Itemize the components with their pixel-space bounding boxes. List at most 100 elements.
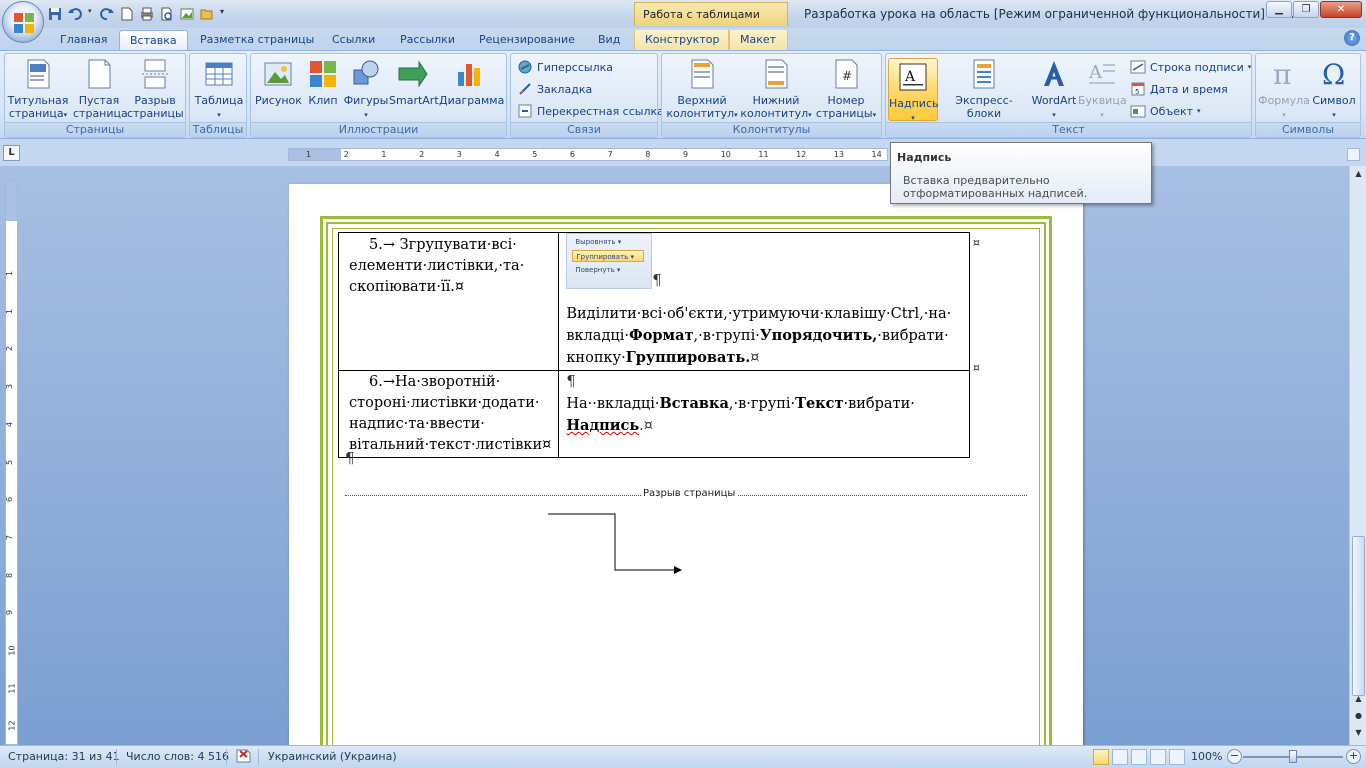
table-cell-step[interactable]: 6.→На·зворотній· стороні·листівки·додати… [337,370,560,458]
clip-button[interactable]: Клип [305,58,341,107]
language-indicator[interactable]: Украинский (Украина) [268,750,397,763]
screenshot-item: Повернуть ▾ [575,266,621,274]
page-break-button[interactable]: Разрыв страницы [127,58,184,120]
tab-page-layout[interactable]: Разметка страницы [190,30,324,50]
header-button[interactable]: Верхний колонтитул▾ [666,58,738,122]
view-ruler-toggle[interactable] [1347,148,1360,161]
date-time-button[interactable]: 5 Дата и время [1130,80,1228,98]
textbox-button[interactable]: A Надпись ▾ [888,58,939,122]
bookmark-button[interactable]: Закладка [517,80,592,98]
tab-selector-button[interactable]: L [3,145,20,161]
group-illustrations: Рисунок Клип Фигуры ▾ SmartArt Диаграмма … [250,53,507,138]
group-text: A Надпись▾ Экспресс-блоки▾ WordArt▾ A Бу… [885,53,1252,138]
instruction-bold: Упорядочить, [759,327,878,344]
status-separator [226,749,227,765]
ruler-tick-label: 1 [5,308,15,314]
tab-view[interactable]: Вид [588,30,630,50]
undo-icon[interactable] [68,7,82,21]
ruler-tick-label: 10 [7,645,17,656]
zoom-in-icon[interactable]: + [1346,749,1361,764]
shapes-button[interactable]: Фигуры ▾ [343,58,389,122]
ruler-tick-label: 3 [456,150,462,159]
ruler-tick-label: 1 [306,150,312,159]
bookmark-label: Закладка [537,82,593,96]
close-button[interactable]: ✕ [1320,1,1362,18]
minimize-button[interactable]: ▁ [1266,1,1292,18]
proofing-icon[interactable] [235,748,253,767]
table-cell-instruction[interactable]: ¶ На··вкладці·Вставка,·в·групі·Текст·виб… [558,370,970,458]
tab-design[interactable]: Конструктор [634,30,729,50]
title-page-button[interactable]: Титульная страница▾ [7,58,69,122]
footer-button[interactable]: Нижний колонтитул▾ [740,58,812,122]
scroll-up-icon[interactable]: ▲ [1353,694,1364,705]
table-cell-instruction[interactable]: Выровнять ▾ Группировать ▾ Повернуть ▾ ¶… [558,232,970,371]
wordart-button[interactable]: WordArt ▾ [1030,58,1078,122]
restore-button[interactable]: ❐ [1293,1,1319,18]
svg-text:#: # [842,69,852,83]
redo-icon[interactable] [100,7,114,21]
undo-dropdown-icon[interactable]: ▾ [88,7,94,21]
browse-object-icon[interactable]: ● [1353,711,1364,722]
instructions-table[interactable]: 5.→ Згрупувати·всі· елементи·листівки,·т… [337,232,970,458]
save-icon[interactable] [48,7,62,21]
table-button[interactable]: Таблица ▾ [194,58,244,122]
group-tables-label: Таблицы [190,122,246,137]
date-time-icon: 5 [1131,82,1145,96]
cross-reference-button[interactable]: Перекрестная ссылка [517,102,664,120]
draft-view-icon[interactable] [1169,749,1185,765]
zoom-out-icon[interactable]: − [1227,749,1242,764]
vertical-ruler[interactable]: 112345678910111213 [5,180,18,745]
tab-insert[interactable]: Вставка [119,30,188,50]
symbol-label: Символ [1312,94,1356,107]
tab-layout[interactable]: Макет [729,30,788,50]
horizontal-ruler[interactable]: 1212345678910111213141516 [288,148,957,161]
new-document-icon[interactable] [120,7,134,21]
tooltip-title: Надпись [897,151,952,164]
ruler-tick-label: 2 [5,346,15,352]
scroll-up-icon[interactable]: ▲ [1353,169,1364,180]
tab-review[interactable]: Рецензирование [469,30,585,50]
omega-icon: Ω [1322,58,1345,90]
blank-page-button[interactable]: Пустая страница [73,58,128,120]
picture-button[interactable]: Рисунок [255,58,302,107]
tab-references[interactable]: Ссылки [322,30,385,50]
object-button[interactable]: Объект ▾ [1130,102,1201,120]
signature-line-button[interactable]: Строка подписи ▾ [1130,58,1251,76]
instruction-text: ,·в·групі· [693,328,760,344]
elbow-arrow-connector[interactable] [544,512,684,582]
group-illustrations-label: Иллюстрации [251,122,506,137]
page-number-button[interactable]: # Номер страницы▾ [814,58,878,122]
page-count[interactable]: Страница: 31 из 41 [8,750,120,763]
hyperlink-button[interactable]: Гиперссылка [517,58,613,76]
open-icon[interactable] [200,7,214,21]
instruction-bold: Группировать. [625,349,751,366]
word-count[interactable]: Число слов: 4 516 [126,750,229,763]
table-cell-step[interactable]: 5.→ Згрупувати·всі· елементи·листівки,·т… [337,232,560,371]
equation-button[interactable]: π Формула ▾ [1258,58,1310,122]
dropcap-button[interactable]: A Буквица ▾ [1078,58,1127,122]
status-separator [258,749,259,765]
web-layout-view-icon[interactable] [1131,749,1147,765]
scrollbar-thumb[interactable] [1352,536,1365,696]
insert-picture-icon[interactable] [180,7,194,21]
scroll-down-icon[interactable]: ▼ [1353,728,1364,739]
zoom-level[interactable]: 100% [1191,750,1222,763]
tab-home[interactable]: Главная [50,30,118,50]
customize-qat-icon[interactable]: ▾ [220,7,228,21]
chart-button[interactable]: Диаграмма [439,58,504,107]
help-icon[interactable]: ? [1344,30,1360,46]
smartart-button[interactable]: SmartArt [389,58,439,107]
tab-mailings[interactable]: Рассылки [390,30,465,50]
outline-view-icon[interactable] [1150,749,1166,765]
office-button[interactable] [2,1,44,43]
print-layout-view-icon[interactable] [1093,749,1109,765]
zoom-slider-thumb[interactable] [1289,750,1297,763]
ruler-tick-label: 5 [5,459,15,465]
object-label: Объект [1150,104,1194,118]
document-page[interactable]: 5.→ Згрупувати·всі· елементи·листівки,·т… [289,184,1083,745]
print-preview-icon[interactable] [160,7,174,21]
print-icon[interactable] [140,7,154,21]
full-screen-reading-view-icon[interactable] [1112,749,1128,765]
symbol-button[interactable]: Ω Символ ▾ [1310,58,1358,122]
vertical-scrollbar[interactable]: ▲ ▲ ● ▼ [1349,166,1366,745]
